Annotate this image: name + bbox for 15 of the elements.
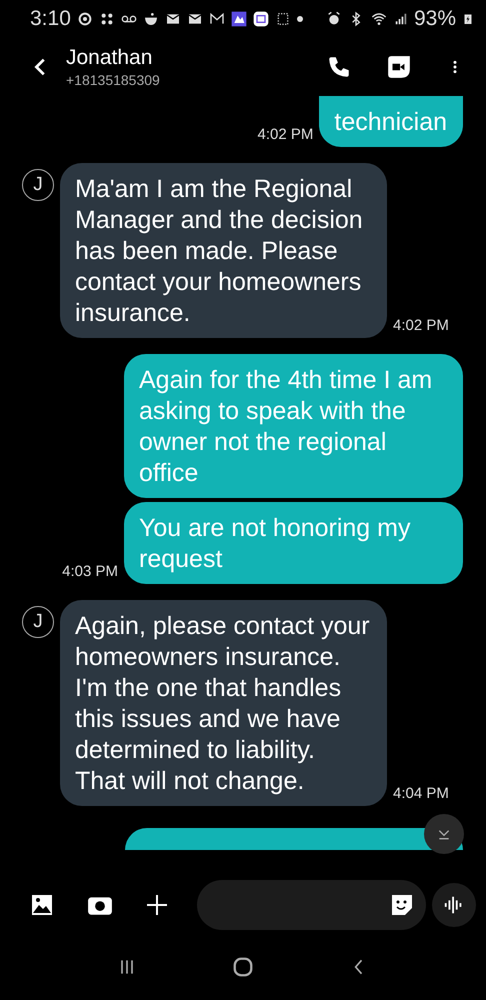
message-time: 4:03 PM bbox=[62, 563, 118, 580]
status-time: 3:10 bbox=[30, 7, 71, 31]
received-message-bubble: Again, please contact your homeowners insurance. I'm the one that handles this issues and we have determined to liability. That will not change. bbox=[60, 600, 387, 806]
message-time: 4:02 PM bbox=[258, 126, 314, 143]
message-time: 4:04 PM bbox=[393, 785, 449, 802]
contact-avatar: J bbox=[22, 169, 54, 201]
contact-avatar: J bbox=[22, 606, 54, 638]
sent-message-bubble: You are not honoring my request bbox=[124, 502, 463, 584]
message-time: 4:02 PM bbox=[393, 317, 449, 334]
phone-number: +18135185309 bbox=[66, 72, 161, 88]
battery-percentage: 93% bbox=[414, 7, 456, 31]
sent-message-bubble: technician bbox=[319, 96, 463, 147]
contact-name: Jonathan bbox=[66, 46, 154, 70]
sent-message-bubble: Again for the 4th time I am asking to speak with the owner not the regional office bbox=[124, 354, 463, 498]
received-message-bubble: Ma'am I am the Regional Manager and the decision has been made. Please contact your homeowners insurance. bbox=[60, 163, 387, 338]
